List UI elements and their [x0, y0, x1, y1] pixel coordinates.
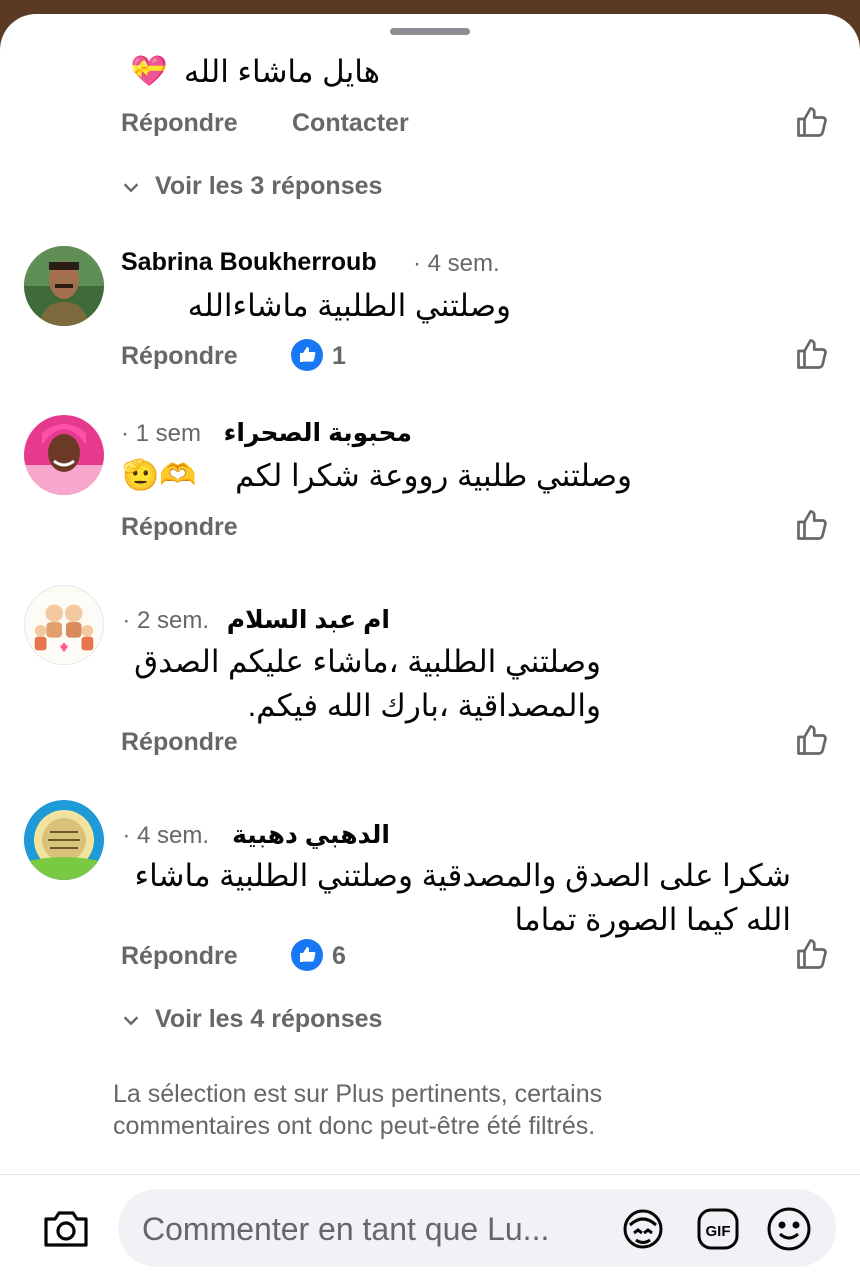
camera-icon[interactable] [42, 1207, 90, 1251]
avatar-sticker-icon[interactable] [620, 1207, 666, 1251]
comment-author[interactable]: الدهبي دهبية [222, 820, 390, 850]
reaction-count[interactable]: 6 [332, 942, 346, 971]
comment-text-line: وصلتني الطلبية ،ماشاء عليكم الصدق [134, 644, 601, 679]
reply-button[interactable]: Répondre [121, 342, 238, 371]
comment-time: · 4 sem. [413, 250, 500, 277]
heart-gift-emoji: 💝 [130, 55, 168, 88]
avatar[interactable] [24, 800, 104, 880]
view-replies-button[interactable]: Voir les 3 réponses [155, 172, 382, 201]
view-replies-button[interactable]: Voir les 4 réponses [155, 1005, 382, 1034]
emoji: 🫡🫶 [122, 459, 197, 492]
comment-input[interactable]: Commenter en tant que Lu... GIF [118, 1189, 836, 1267]
comment-time: · 2 sem. [122, 607, 209, 634]
comment-time: · 4 sem. [122, 822, 209, 849]
gif-icon[interactable]: GIF [696, 1207, 740, 1251]
comment-text-line: والمصداقية ،بارك الله فيكم. [247, 688, 601, 723]
comment-author[interactable]: Sabrina Boukherroub [121, 248, 377, 277]
drag-handle[interactable] [390, 28, 470, 35]
like-reaction-icon[interactable] [291, 339, 323, 371]
like-icon[interactable] [794, 722, 830, 758]
reply-button[interactable]: Répondre [121, 513, 238, 542]
filter-note: La sélection est sur Plus pertinents, ce… [113, 1080, 603, 1140]
like-icon[interactable] [794, 336, 830, 372]
like-reaction-icon[interactable] [291, 939, 323, 971]
emoji-icon[interactable] [766, 1206, 812, 1252]
like-icon[interactable] [794, 104, 830, 140]
comment-placeholder: Commenter en tant que Lu... [142, 1211, 550, 1247]
reply-button[interactable]: Répondre [121, 109, 238, 138]
avatar[interactable] [24, 585, 104, 665]
chevron-down-icon [123, 183, 139, 193]
comment-author[interactable]: محبوبة الصحراء [212, 418, 412, 448]
like-icon[interactable] [794, 936, 830, 972]
chevron-down-icon [123, 1016, 139, 1026]
comment-text: هايل ماشاء الله [183, 54, 380, 89]
comment-text: وصلتني طلبية رووعة شكرا لكم [235, 458, 632, 493]
contact-button[interactable]: Contacter [292, 109, 409, 138]
reply-button[interactable]: Répondre [121, 728, 238, 757]
avatar[interactable] [24, 246, 104, 326]
comment-time: · 1 sem [121, 420, 202, 447]
comments-sheet: هايل ماشاء الله 💝 Répondre Contacter Voi… [0, 14, 860, 1280]
comment-text-line: الله كيما الصورة تماما [514, 902, 791, 937]
comment-author[interactable]: ام عبد السلام [212, 605, 390, 635]
avatar[interactable] [24, 415, 104, 495]
comment-text-line: شكرا على الصدق والمصدقية وصلتني الطلبية … [134, 858, 791, 893]
reply-button[interactable]: Répondre [121, 942, 238, 971]
like-icon[interactable] [794, 507, 830, 543]
comment-composer: Commenter en tant que Lu... GIF [0, 1174, 860, 1280]
svg-text:GIF: GIF [706, 1223, 731, 1240]
comment-text: وصلتني الطلبية ماشاءالله [187, 288, 511, 323]
reaction-count[interactable]: 1 [332, 342, 346, 371]
